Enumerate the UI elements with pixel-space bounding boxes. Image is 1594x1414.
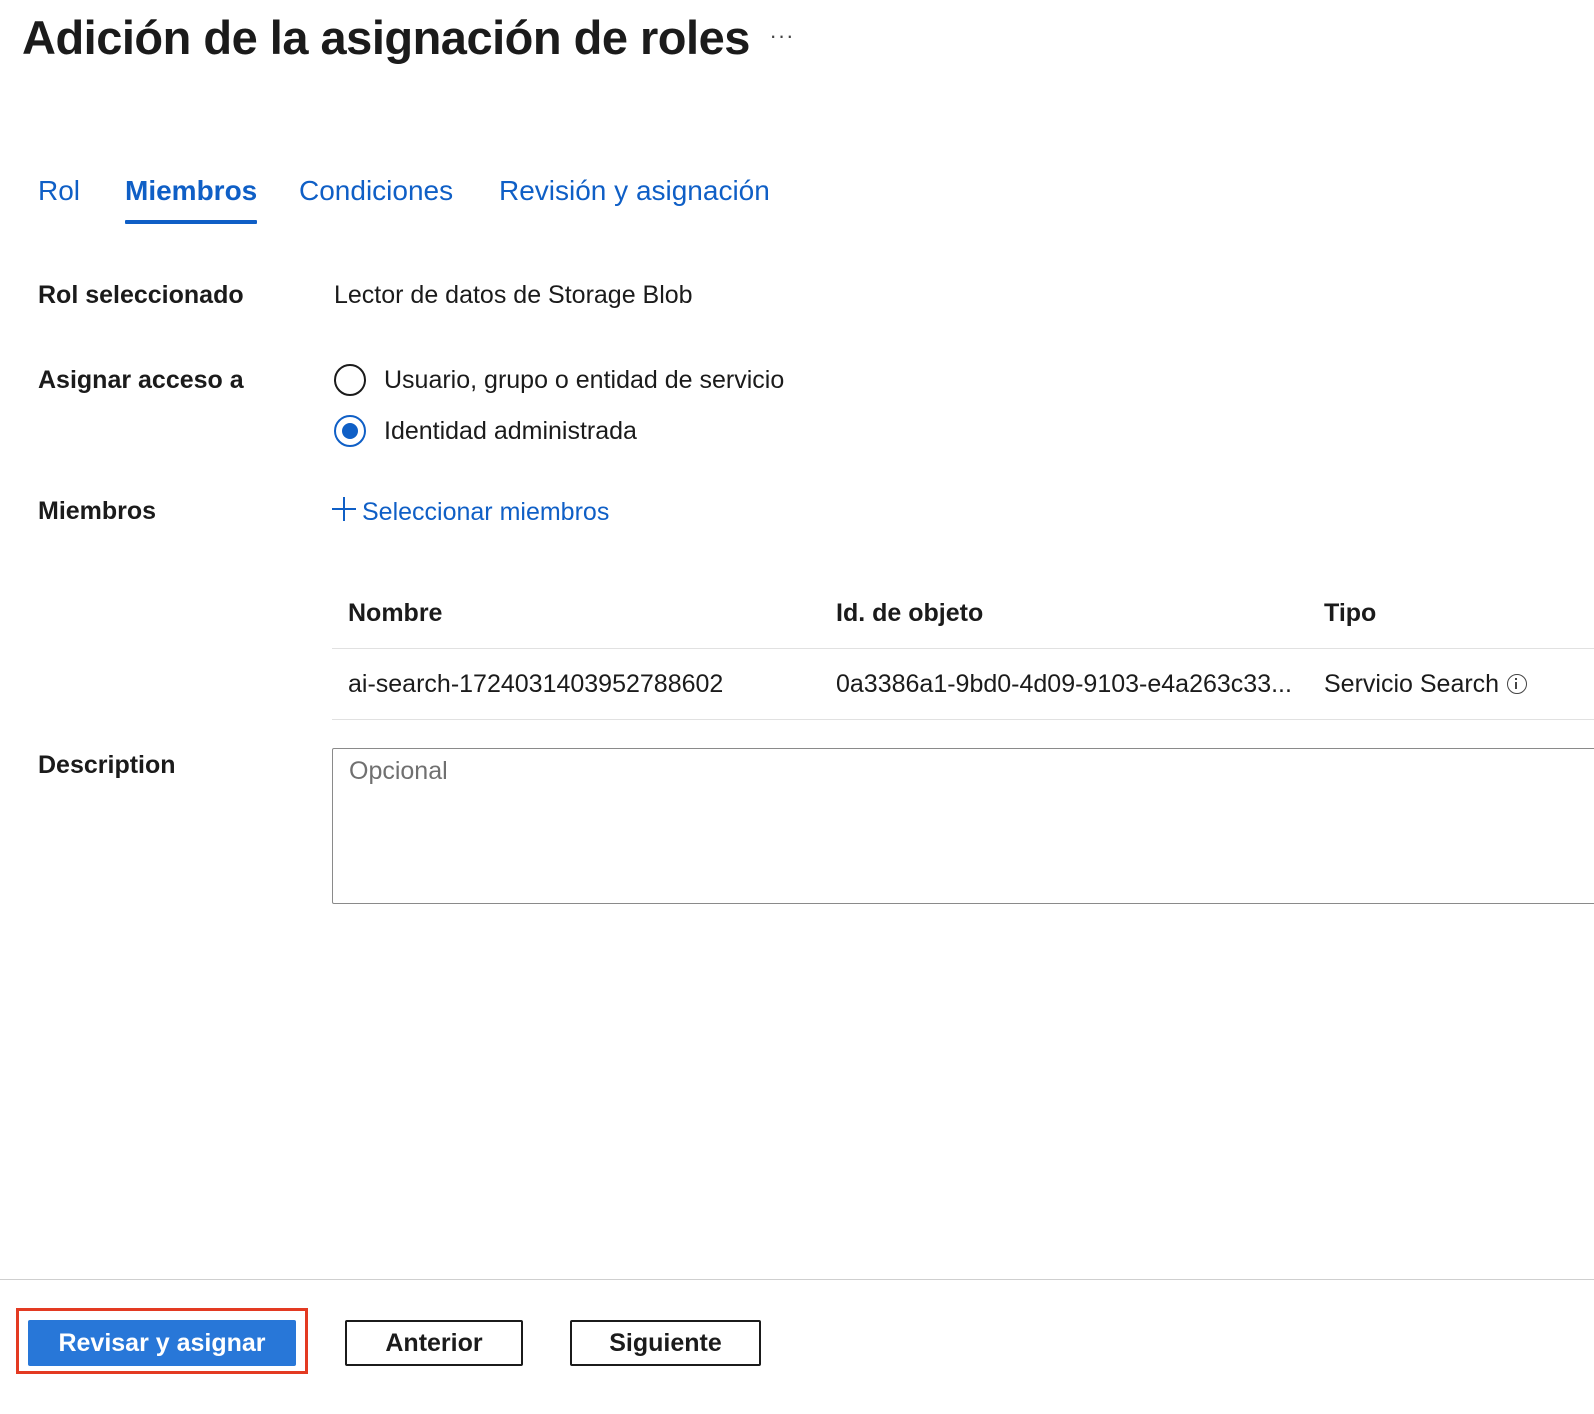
tab-rol[interactable]: Rol [38, 168, 80, 214]
radio-managed-identity[interactable]: Identidad administrada [334, 412, 637, 450]
selected-role-label: Rol seleccionado [38, 281, 244, 309]
member-name: ai-search-1724031403952788602 [348, 670, 724, 698]
plus-icon [332, 497, 356, 521]
next-button[interactable]: Siguiente [570, 1320, 761, 1366]
member-type: Servicio Search [1324, 670, 1500, 698]
previous-button[interactable]: Anterior [345, 1320, 523, 1366]
tab-revision-asignacion[interactable]: Revisión y asignación [499, 168, 770, 214]
radio-user-group-service-principal[interactable]: Usuario, grupo o entidad de servicio [334, 361, 784, 399]
radio-button-selected[interactable] [334, 415, 366, 447]
member-object-id: 0a3386a1-9bd0-4d09-9103-e4a263c33... [836, 670, 1292, 698]
description-textarea[interactable] [332, 748, 1594, 904]
column-header-object-id: Id. de objeto [836, 599, 984, 627]
select-members-link[interactable]: Seleccionar miembros [332, 494, 609, 530]
table-row: ai-search-1724031403952788602 0a3386a1-9… [332, 649, 1594, 720]
select-members-text: Seleccionar miembros [362, 497, 610, 526]
tab-condiciones[interactable]: Condiciones [299, 168, 453, 214]
column-header-type: Tipo [1324, 599, 1377, 627]
tab-miembros[interactable]: Miembros [125, 168, 258, 224]
footer-divider [0, 1279, 1594, 1280]
members-label: Miembros [38, 497, 157, 525]
review-assign-button[interactable]: Revisar y asignar [28, 1320, 296, 1366]
ellipsis-icon: ··· [769, 23, 795, 48]
description-label: Description [38, 751, 176, 779]
more-options-button[interactable]: ··· [764, 20, 800, 52]
radio-label: Identidad administrada [384, 416, 637, 445]
table-header: Nombre Id. de objeto Tipo [332, 578, 1594, 649]
selected-role-value: Lector de datos de Storage Blob [334, 281, 693, 309]
page-title: Adición de la asignación de roles [22, 11, 750, 64]
radio-button[interactable] [334, 364, 366, 396]
member-type-cell: Servicio Search [1324, 649, 1528, 719]
members-table: Nombre Id. de objeto Tipo ai-search-1724… [332, 578, 1594, 720]
assign-access-label: Asignar acceso a [38, 366, 244, 394]
column-header-name: Nombre [348, 599, 443, 627]
info-icon[interactable] [1507, 674, 1528, 694]
radio-label: Usuario, grupo o entidad de servicio [384, 365, 785, 394]
